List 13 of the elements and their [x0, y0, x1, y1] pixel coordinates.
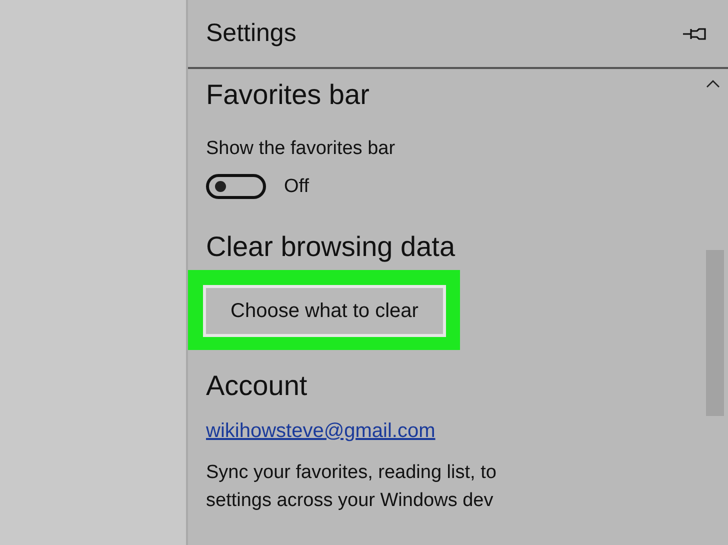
description-text: settings across your Windows dev: [206, 489, 494, 513]
toggle-label: Show the favorites bar: [206, 137, 396, 161]
section-heading: Favorites bar: [206, 78, 370, 112]
scroll-up-icon[interactable]: [706, 79, 720, 88]
toggle-state: Off: [284, 174, 309, 198]
pin-icon[interactable]: [682, 26, 708, 42]
section-heading: Account: [206, 369, 308, 403]
email-link[interactable]: wikihowsteve@gmail.com: [206, 420, 436, 443]
choose-button[interactable]: Choose what to clear: [203, 285, 446, 337]
section-heading: Clear browsing data: [206, 230, 456, 264]
description-text: Sync your favorites, reading list, to: [206, 461, 498, 485]
toggle-switch[interactable]: [206, 174, 266, 199]
panel-title: Settings: [206, 19, 296, 48]
